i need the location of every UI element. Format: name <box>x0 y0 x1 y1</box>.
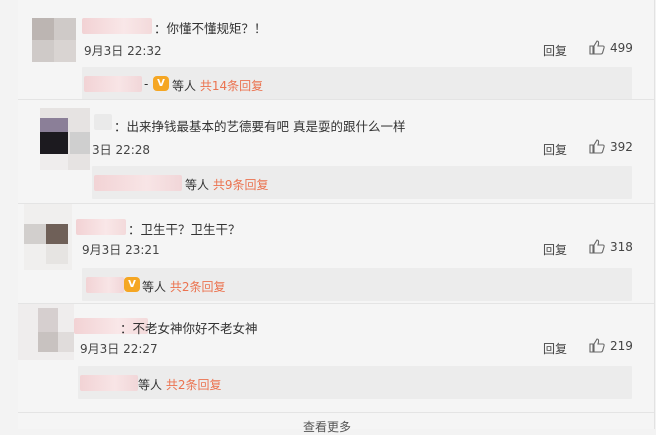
sub-replies-box[interactable]: - V 等人 共14条回复 <box>82 67 632 100</box>
thumbs-up-icon <box>589 139 605 154</box>
sub-replies-link[interactable]: 共14条回复 <box>200 79 263 93</box>
username-blurred[interactable] <box>76 219 126 235</box>
reply-button[interactable]: 回复 <box>543 241 567 258</box>
like-count: 392 <box>610 139 633 154</box>
sub-replies-prefix: 等人 <box>142 280 167 294</box>
sub-username-blurred <box>94 175 182 191</box>
like-count: 499 <box>610 40 633 55</box>
comment-item: ：不老女神你好不老女神 9月3日 22:27 回复 219 等人 共2条回复 <box>18 304 654 414</box>
reply-button[interactable]: 回复 <box>543 141 567 158</box>
comment-text: ：卫生干？卫生干？ <box>128 222 241 237</box>
sub-replies-text: 等人 共9条回复 <box>185 176 268 193</box>
sub-username-blurred <box>86 277 124 293</box>
sub-replies-text: 等人 共14条回复 <box>172 77 263 94</box>
sub-replies-box[interactable]: 等人 共2条回复 <box>78 366 632 399</box>
sub-replies-prefix: 等人 <box>185 178 210 192</box>
comment-item: ：出来挣钱最基本的艺德要有吧 真是耍的跟什么一样 3日 22:28 回复 392… <box>18 100 654 204</box>
divider <box>18 412 654 413</box>
sub-replies-link[interactable]: 共2条回复 <box>170 280 226 294</box>
comment-panel: ：你懂不懂规矩？！ 9月3日 22:32 回复 499 - V 等人 共14条回… <box>18 0 655 434</box>
vip-badge-icon: V <box>153 76 169 91</box>
like-count: 318 <box>610 239 633 254</box>
like-button[interactable]: 499 <box>589 40 633 55</box>
like-button[interactable]: 392 <box>589 139 633 154</box>
like-button[interactable]: 219 <box>589 338 633 353</box>
sub-replies-text: 等人 共2条回复 <box>142 278 225 295</box>
comment-time: 9月3日 22:27 <box>80 342 158 356</box>
reply-button[interactable]: 回复 <box>543 340 567 357</box>
sub-replies-prefix: 等人 <box>172 79 197 93</box>
avatar[interactable] <box>32 18 76 62</box>
comment-item: ：卫生干？卫生干？ 9月3日 23:21 回复 318 V 等人 共2条回复 <box>18 204 654 304</box>
comment-item: ：你懂不懂规矩？！ 9月3日 22:32 回复 499 - V 等人 共14条回… <box>18 0 654 100</box>
load-more-link[interactable]: 查看更多 <box>303 418 351 435</box>
thumbs-up-icon <box>589 338 605 353</box>
thumbs-up-icon <box>589 239 605 254</box>
sub-replies-link[interactable]: 共2条回复 <box>166 378 222 392</box>
sub-separator: - <box>144 77 149 91</box>
comment-time: 3日 22:28 <box>92 143 151 157</box>
reply-button[interactable]: 回复 <box>543 42 567 59</box>
comment-text: ：你懂不懂规矩？！ <box>154 21 267 36</box>
avatar[interactable] <box>18 304 74 360</box>
sub-username-blurred <box>84 76 142 92</box>
comment-text: ：出来挣钱最基本的艺德要有吧 真是耍的跟什么一样 <box>114 119 406 134</box>
sub-replies-link[interactable]: 共9条回复 <box>213 178 269 192</box>
comment-text: ：不老女神你好不老女神 <box>120 321 258 336</box>
comment-time: 9月3日 23:21 <box>82 243 160 257</box>
sub-username-blurred <box>80 375 138 391</box>
avatar[interactable] <box>24 204 72 270</box>
avatar[interactable] <box>40 108 90 170</box>
sub-replies-box[interactable]: 等人 共9条回复 <box>92 166 632 199</box>
username-blurred[interactable] <box>82 18 152 34</box>
like-button[interactable]: 318 <box>589 239 633 254</box>
sub-replies-box[interactable]: V 等人 共2条回复 <box>82 268 632 301</box>
sub-replies-prefix: 等人 <box>138 378 163 392</box>
comment-time: 9月3日 22:32 <box>84 44 162 58</box>
thumbs-up-icon <box>589 40 605 55</box>
vip-badge-icon: V <box>124 277 140 292</box>
like-count: 219 <box>610 338 633 353</box>
username-blurred[interactable] <box>94 114 112 130</box>
sub-replies-text: 等人 共2条回复 <box>138 376 221 393</box>
